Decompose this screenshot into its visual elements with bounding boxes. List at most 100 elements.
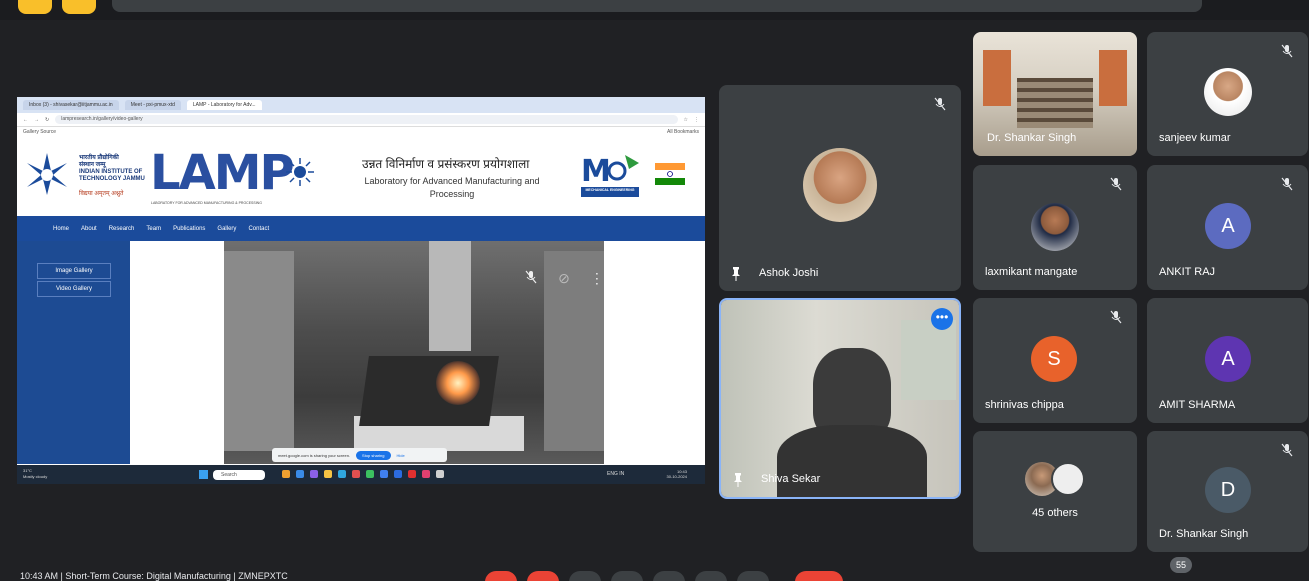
windows-start-icon[interactable] bbox=[199, 470, 208, 479]
participant-tile-active-speaker[interactable]: ••• Shiva Sekar bbox=[719, 298, 961, 499]
pin-icon[interactable] bbox=[731, 267, 741, 281]
top-control-icon[interactable] bbox=[62, 0, 96, 14]
bookmark-item[interactable]: Gallery Source bbox=[23, 129, 56, 135]
mic-off-icon bbox=[934, 97, 946, 111]
raise-hand-button[interactable] bbox=[695, 571, 727, 581]
mic-off-icon[interactable] bbox=[524, 270, 538, 287]
participant-tile[interactable]: Dr. Shankar Singh bbox=[973, 32, 1137, 156]
participant-tile[interactable]: laxmikant mangate bbox=[973, 165, 1137, 290]
meeting-info: 10:43 AM | Short-Term Course: Digital Ma… bbox=[20, 571, 288, 581]
shared-screen: Inbox (3) - shivasekar@iitjammu.ac.in Me… bbox=[17, 97, 705, 484]
video-gallery-link[interactable]: Video Gallery bbox=[37, 281, 111, 297]
participant-name: ANKIT RAJ bbox=[1159, 266, 1216, 278]
nav-publications[interactable]: Publications bbox=[173, 226, 205, 232]
address-bar-row: ← → ↻ lampresearch.in/gallery/video-gall… bbox=[17, 113, 705, 127]
all-bookmarks[interactable]: All Bookmarks bbox=[667, 129, 699, 135]
avatar-initial: A bbox=[1205, 203, 1251, 249]
reload-icon[interactable]: ↻ bbox=[45, 117, 49, 123]
menu-icon[interactable]: ⋮ bbox=[694, 117, 699, 123]
mic-off-icon bbox=[1110, 310, 1122, 324]
lamp-logo: LAMP bbox=[150, 145, 295, 201]
stop-sharing-button[interactable]: Stop sharing bbox=[356, 450, 391, 460]
laser-machine-video[interactable]: ⊘ ⋮ bbox=[224, 241, 604, 464]
svg-text:M: M bbox=[581, 154, 611, 189]
laser-spark bbox=[436, 361, 480, 405]
url-input[interactable]: lampresearch.in/gallery/video-gallery bbox=[55, 115, 678, 124]
lab-title-en: Laboratory for Advanced Manufacturing an… bbox=[364, 176, 540, 199]
youtube-icon[interactable] bbox=[408, 470, 416, 478]
participant-tile[interactable]: D Dr. Shankar Singh bbox=[1147, 431, 1308, 552]
participant-name: Dr. Shankar Singh bbox=[987, 132, 1077, 144]
chrome-icon[interactable] bbox=[366, 470, 374, 478]
screen-share-notice: meet.google.com is sharing your screen. … bbox=[272, 448, 447, 462]
hide-button[interactable]: Hide bbox=[397, 453, 405, 458]
banner bbox=[1099, 50, 1127, 106]
camera-toggle-button[interactable] bbox=[527, 571, 559, 581]
emoji-button[interactable] bbox=[611, 571, 643, 581]
participant-tile[interactable]: Ashok Joshi bbox=[719, 85, 961, 291]
participant-name: sanjeev kumar bbox=[1159, 132, 1231, 144]
folder-icon[interactable] bbox=[324, 470, 332, 478]
participant-tile[interactable]: A AMIT SHARMA bbox=[1147, 298, 1308, 423]
app-icon[interactable] bbox=[394, 470, 402, 478]
mic-off-icon bbox=[1281, 443, 1293, 457]
participant-name: AMIT SHARMA bbox=[1159, 399, 1236, 411]
browser-tab[interactable]: LAMP - Laboratory for Adv... bbox=[186, 100, 262, 110]
taskbar-clock[interactable]: 10:43 30-10-2024 bbox=[667, 469, 687, 479]
more-options-button[interactable] bbox=[737, 571, 769, 581]
app-icon[interactable] bbox=[296, 470, 304, 478]
more-options-icon[interactable]: ••• bbox=[931, 308, 953, 330]
nav-team[interactable]: Team bbox=[146, 226, 161, 232]
nav-contact[interactable]: Contact bbox=[248, 226, 269, 232]
video-overlay-controls: ⊘ ⋮ bbox=[514, 263, 604, 293]
banner bbox=[983, 50, 1011, 106]
machine-frame-left bbox=[224, 251, 294, 451]
top-control-icon[interactable] bbox=[18, 0, 52, 14]
present-button[interactable] bbox=[653, 571, 685, 581]
app-icon[interactable] bbox=[422, 470, 430, 478]
back-icon[interactable]: ← bbox=[23, 117, 28, 123]
mic-off-icon bbox=[1281, 44, 1293, 58]
image-gallery-link[interactable]: Image Gallery bbox=[37, 263, 111, 279]
participant-tile[interactable]: sanjeev kumar bbox=[1147, 32, 1308, 156]
weather-widget[interactable]: 31°C Mostly cloudy bbox=[23, 468, 47, 480]
leave-call-button[interactable] bbox=[795, 571, 843, 581]
participant-tile[interactable]: S shrinivas chippa bbox=[973, 298, 1137, 423]
participant-name: Shiva Sekar bbox=[761, 473, 821, 485]
app-icon[interactable] bbox=[380, 470, 388, 478]
hide-video-icon[interactable]: ⊘ bbox=[558, 270, 570, 287]
nav-home[interactable]: Home bbox=[53, 226, 69, 232]
pin-icon[interactable] bbox=[733, 473, 743, 487]
app-icon[interactable] bbox=[352, 470, 360, 478]
participant-tile-others[interactable]: 45 others bbox=[973, 431, 1137, 552]
app-icon[interactable] bbox=[282, 470, 290, 478]
others-count: 45 others bbox=[1032, 507, 1078, 519]
nav-about[interactable]: About bbox=[81, 226, 97, 232]
site-nav: Home About Research Team Publications Ga… bbox=[17, 216, 705, 241]
participant-name: Dr. Shankar Singh bbox=[1159, 528, 1249, 540]
avatar-initial: D bbox=[1205, 467, 1251, 513]
participant-tile[interactable]: A ANKIT RAJ bbox=[1147, 165, 1308, 290]
top-strip bbox=[0, 0, 1309, 20]
avatar bbox=[1051, 462, 1085, 496]
top-banner bbox=[112, 0, 1202, 12]
browser-tab[interactable]: Meet - pxi-pmux-xtd bbox=[124, 100, 181, 110]
taskbar-search[interactable]: Search bbox=[213, 470, 265, 480]
edge-icon[interactable] bbox=[338, 470, 346, 478]
avatar-initial: S bbox=[1031, 336, 1077, 382]
more-options-icon[interactable]: ⋮ bbox=[590, 270, 604, 287]
forward-icon[interactable]: → bbox=[34, 117, 39, 123]
nav-research[interactable]: Research bbox=[109, 226, 135, 232]
app-icon[interactable] bbox=[310, 470, 318, 478]
site-body: Image Gallery Video Gallery ⊘ ⋮ meet.goo… bbox=[17, 241, 705, 464]
captions-button[interactable] bbox=[569, 571, 601, 581]
nav-gallery[interactable]: Gallery bbox=[217, 226, 236, 232]
app-icon[interactable] bbox=[436, 470, 444, 478]
star-icon[interactable]: ☆ bbox=[684, 117, 688, 123]
mic-toggle-button[interactable] bbox=[485, 571, 517, 581]
lang-indicator[interactable]: ENG IN bbox=[607, 471, 624, 477]
browser-tab[interactable]: Inbox (3) - shivasekar@iitjammu.ac.in bbox=[23, 100, 119, 110]
avatar bbox=[803, 148, 877, 222]
speaker-body bbox=[777, 425, 927, 497]
participant-count-badge[interactable]: 55 bbox=[1170, 557, 1192, 573]
